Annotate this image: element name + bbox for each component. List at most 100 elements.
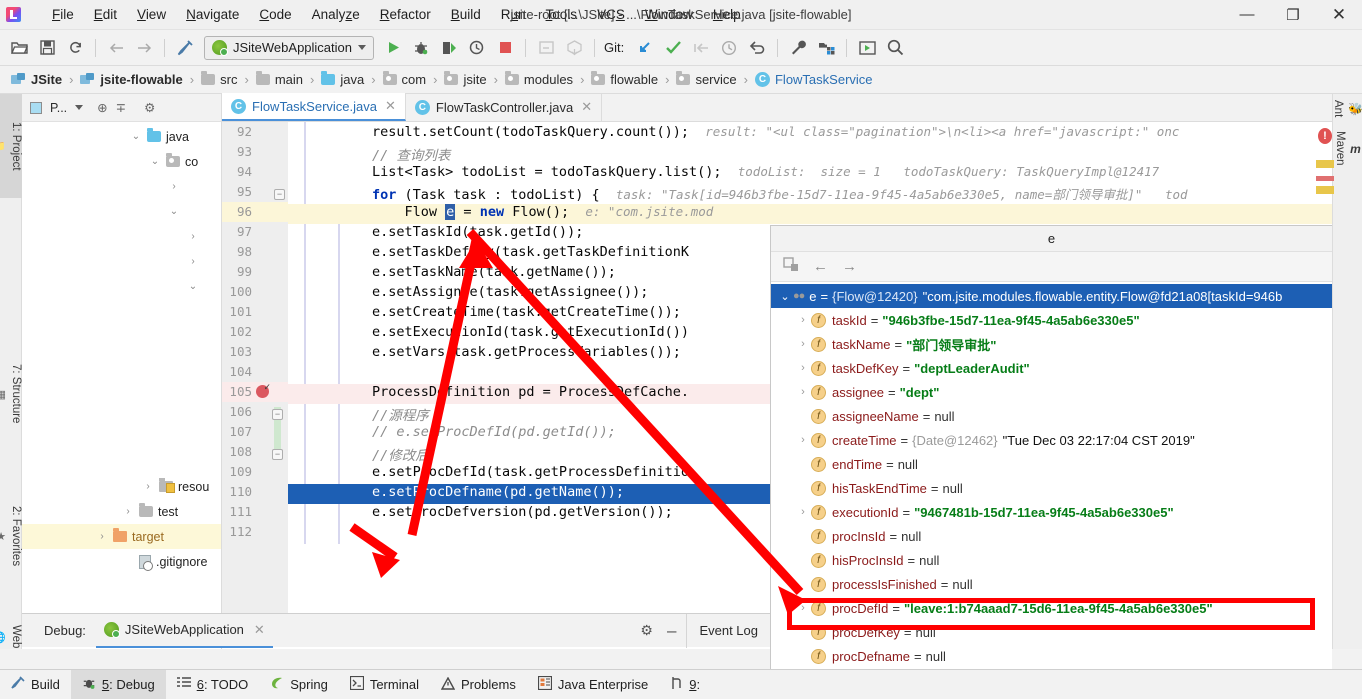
breadcrumb-item-jsite[interactable]: JSite — [8, 72, 65, 87]
variable-row-hisprocinsid[interactable]: f hisProcInsId = null — [771, 548, 1332, 572]
status-item-spring[interactable]: Spring — [259, 670, 339, 699]
status-item-java-enterprise[interactable]: Java Enterprise — [527, 670, 659, 699]
back-icon[interactable]: ← — [813, 258, 828, 275]
menu-item-code[interactable]: Code — [249, 4, 301, 25]
git-revert-icon[interactable] — [744, 35, 770, 61]
forward-icon[interactable] — [131, 35, 157, 61]
breadcrumb-item-main[interactable]: main — [253, 71, 306, 87]
menu-item-file[interactable]: File — [42, 4, 84, 25]
menu-item-analyze[interactable]: Analyze — [302, 4, 370, 25]
variable-row-assignee[interactable]: › f assignee = "dept" — [771, 380, 1332, 404]
status-item-build[interactable]: Build — [0, 670, 71, 699]
error-stripe-mark[interactable] — [1316, 176, 1334, 181]
update-project-icon[interactable] — [533, 35, 559, 61]
chevron-right-icon[interactable]: › — [187, 256, 199, 267]
tree-item-gitignore[interactable]: .gitignore — [22, 549, 221, 574]
variable-row-endtime[interactable]: f endTime = null — [771, 452, 1332, 476]
chevron-right-icon[interactable]: › — [795, 314, 811, 326]
error-stripe-badge[interactable]: ! — [1318, 128, 1332, 144]
menu-item-view[interactable]: View — [127, 4, 176, 25]
status-item-problems[interactable]: Problems — [430, 670, 527, 699]
tree-item-com[interactable]: ⌄ co — [22, 149, 221, 174]
locate-icon[interactable]: ⊕ — [97, 100, 107, 115]
git-history-icon[interactable] — [716, 35, 742, 61]
chevron-right-icon[interactable]: › — [795, 602, 811, 614]
sidebar-item-favorites[interactable]: 2: Favorites ★ — [0, 474, 22, 599]
menu-item-refactor[interactable]: Refactor — [370, 4, 441, 25]
git-push-icon[interactable] — [688, 35, 714, 61]
variable-row-taskid[interactable]: › f taskId = "946b3fbe-15d7-11ea-9f45-4a… — [771, 308, 1332, 332]
chevron-right-icon[interactable]: › — [122, 506, 134, 517]
chevron-right-icon[interactable]: › — [795, 434, 811, 446]
fold-marker-icon[interactable]: − — [272, 449, 283, 460]
run-configuration-selector[interactable]: JSiteWebApplication — [204, 35, 374, 60]
editor-tab-flowtaskservice[interactable]: C FlowTaskService.java ✕ — [222, 93, 406, 121]
debug-icon[interactable] — [408, 35, 434, 61]
menu-item-build[interactable]: Build — [441, 4, 491, 25]
tree-item-expanded-1[interactable]: ⌄ — [22, 199, 221, 224]
menu-item-tools[interactable]: Tools — [536, 4, 588, 25]
tree-item-expanded-2[interactable]: ⌄ — [22, 274, 221, 299]
status-item-debug[interactable]: 5: Debug — [70, 669, 166, 699]
status-item-vcs[interactable]: 9: — [659, 670, 711, 699]
menu-item-run[interactable]: Run — [491, 4, 536, 25]
variable-row-assigneename[interactable]: f assigneeName = null — [771, 404, 1332, 428]
save-icon[interactable] — [34, 35, 60, 61]
chevron-right-icon[interactable]: › — [795, 506, 811, 518]
chevron-down-icon[interactable]: ⌄ — [168, 206, 180, 217]
chevron-right-icon[interactable]: › — [142, 481, 154, 492]
breadcrumb-item-modules[interactable]: modules — [502, 71, 576, 87]
settings-wrench-icon[interactable] — [785, 35, 811, 61]
warning-stripe-mark[interactable] — [1316, 160, 1334, 168]
fold-marker-icon[interactable]: − — [272, 409, 283, 420]
breadcrumb-item-jsite-flowable[interactable]: jsite-flowable — [77, 72, 185, 87]
tree-item-test[interactable]: › test — [22, 499, 221, 524]
chevron-right-icon[interactable]: › — [795, 338, 811, 350]
tree-item-resources[interactable]: › resou — [22, 474, 221, 499]
close-icon[interactable]: ✕ — [581, 99, 592, 115]
chevron-right-icon[interactable]: › — [168, 181, 180, 192]
chevron-down-icon[interactable] — [75, 105, 84, 110]
breakpoint-icon[interactable] — [256, 382, 271, 398]
git-commit-check-icon[interactable] — [660, 35, 686, 61]
close-icon[interactable]: ✕ — [385, 98, 396, 114]
variable-row-procdefname[interactable]: f procDefname = null — [771, 644, 1332, 668]
variable-row-procinsid[interactable]: f procInsId = null — [771, 524, 1332, 548]
breadcrumb-item-flowable[interactable]: flowable — [588, 71, 661, 87]
breadcrumb-item-jsite-pkg[interactable]: jsite — [441, 71, 489, 87]
variable-row-taskdefkey[interactable]: › f taskDefKey = "deptLeaderAudit" — [771, 356, 1332, 380]
editor-gutter[interactable]: 92 93 94 95 96 97 98 99 100 101 102 103 … — [222, 122, 288, 623]
chevron-right-icon[interactable]: › — [96, 531, 108, 542]
menu-item-navigate[interactable]: Navigate — [176, 4, 249, 25]
profile-icon[interactable] — [464, 35, 490, 61]
event-log-button[interactable]: Event Log — [686, 613, 770, 648]
chevron-down-icon[interactable]: ⌄ — [777, 290, 793, 303]
status-item-todo[interactable]: 6: TODO — [166, 670, 260, 699]
close-icon[interactable]: ✕ — [254, 622, 265, 638]
collapse-all-icon[interactable]: ∓ — [116, 100, 126, 115]
variable-row-processisfinished[interactable]: f processIsFinished = null — [771, 572, 1332, 596]
breadcrumb-item-java[interactable]: java — [318, 71, 367, 87]
search-everywhere-icon[interactable] — [882, 35, 908, 61]
settings-gear-icon[interactable]: ⚙ — [144, 100, 155, 115]
variable-row-e[interactable]: ⌄ ●● e = {Flow@12420} "com.jsite.modules… — [771, 284, 1332, 308]
status-item-terminal[interactable]: Terminal — [339, 670, 430, 699]
chevron-down-icon[interactable]: ⌄ — [149, 156, 161, 167]
close-button[interactable]: ✕ — [1316, 0, 1362, 30]
menu-item-vcs[interactable]: VCS — [587, 4, 635, 25]
warning-stripe-mark-2[interactable] — [1316, 186, 1334, 194]
menu-item-edit[interactable]: Edit — [84, 4, 127, 25]
debug-session-tab[interactable]: JSiteWebApplication ✕ — [95, 614, 273, 648]
variable-row-histaskendtime[interactable]: f hisTaskEndTime = null — [771, 476, 1332, 500]
build-hammer-icon[interactable] — [172, 35, 198, 61]
breadcrumb-item-com[interactable]: com — [380, 71, 430, 87]
sidebar-item-structure[interactable]: 7: Structure ▦ — [0, 334, 22, 454]
tree-item-java[interactable]: ⌄ java — [22, 124, 221, 149]
run-with-coverage-icon[interactable] — [436, 35, 462, 61]
chevron-down-icon[interactable]: ⌄ — [187, 281, 199, 292]
minimize-icon[interactable]: – — [667, 621, 676, 641]
gear-icon[interactable]: ⚙ — [640, 622, 653, 639]
tree-item-collapsed-1[interactable]: › — [22, 174, 221, 199]
menu-item-window[interactable]: Window — [635, 4, 703, 25]
sync-icon[interactable] — [62, 35, 88, 61]
